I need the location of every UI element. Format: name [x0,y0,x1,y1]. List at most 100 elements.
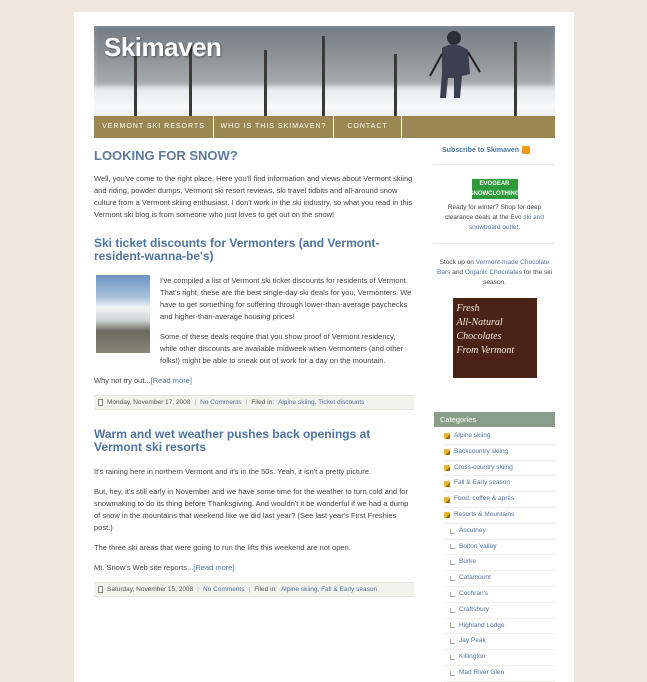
post-teaser: Why not try out...[Read more] [94,375,414,387]
post-paragraph: But, hey, it's still early in November a… [94,486,414,534]
post-teaser: Mt. Snow's Web site reports...[Read more… [94,562,414,574]
sub-category-icon [450,655,455,660]
tree-trunk [394,54,397,116]
skier-illustration [424,28,484,102]
evo-logo[interactable]: EVOGEAR SNOWCLOTHING [472,179,518,199]
meta-separator: | [246,399,248,406]
ad-line: Chocolates [457,330,533,344]
sidebar: Subscribe to Skimaven EVOGEAR SNOWCLOTHI… [434,146,555,682]
page-container: Skimaven Vermont Ski Resorts Who is this… [74,12,574,682]
main-content: LOOKING FOR SNOW? Well, you've come to t… [94,146,414,597]
choc-text-mid: and [450,269,464,276]
category-item: Cross-country skiing [444,461,555,477]
category-link[interactable]: Fall & Early season [454,476,510,491]
sub-category-icon [450,623,455,628]
category-item: Catamount [444,571,555,587]
post-entry: It's raining here in northern Vermont an… [94,466,414,574]
sub-category-icon [450,544,455,549]
category-item: Mad River Glen [444,666,555,682]
rss-icon [522,146,530,154]
post-paragraph: It's raining here in northern Vermont an… [94,466,414,478]
sub-category-icon [450,592,455,597]
post: Warm and wet weather pushes back opening… [94,428,414,597]
read-more-link[interactable]: [Read more] [193,563,234,572]
category-link[interactable]: Killington [459,650,485,665]
post-title[interactable]: Ski ticket discounts for Vermonters (and… [94,237,414,263]
category-link[interactable]: Mad River Glen [459,666,504,681]
ad-line: All-Natural [457,316,533,330]
category-link[interactable]: Jay Peak [459,634,486,649]
divider [434,164,555,165]
document-icon [98,399,103,406]
pencil-icon [444,449,450,455]
meta-separator: | [194,399,196,406]
comments-link[interactable]: No Comments [203,586,245,593]
category-link[interactable]: Craftsbury [459,603,489,618]
read-more-link[interactable]: [Read more] [151,376,192,385]
page-title: LOOKING FOR SNOW? [94,148,414,163]
meta-separator: | [197,586,199,593]
tree-trunk [322,36,325,116]
nav-contact[interactable]: Contact [334,116,402,138]
category-link[interactable]: Alpine skiing [454,429,491,444]
category-link[interactable]: Cross-country skiing [454,461,513,476]
category-link[interactable]: Burke [459,555,476,570]
pencil-icon [444,465,450,471]
post-title[interactable]: Warm and wet weather pushes back opening… [94,428,414,454]
evo-text-end: . [518,224,520,231]
intro-text: Well, you've come to the right place. He… [94,173,414,221]
chocolate-promo: Stock up on Vermont-made Chocolate Bars … [434,258,555,378]
sub-category-icon [450,639,455,644]
tree-trunk [264,50,267,116]
meta-separator: | [249,586,251,593]
organic-chocolates-link[interactable]: Organic Chocolates [465,269,522,276]
category-link[interactable]: Highland Lodge [459,619,505,634]
category-link[interactable]: Cochran's [459,587,488,602]
comments-link[interactable]: No Comments [200,399,242,406]
category-link[interactable]: Catamount [459,571,491,586]
category-link[interactable]: Ascutney [459,524,486,539]
main-nav: Vermont Ski Resorts Who is this Skimaven… [94,116,555,138]
category-item: Alpine skiing [444,429,555,445]
nav-who-is-skimaven[interactable]: Who is this Skimaven? [214,116,334,138]
category-link[interactable]: Food, coffee & après [454,492,514,507]
site-title[interactable]: Skimaven [104,32,221,63]
post-meta: Monday, November 17, 2008 | No Comments … [94,395,414,410]
category-item: Killington [444,650,555,666]
post-date: Saturday, November 15, 2008 [107,586,193,593]
nav-vermont-ski-resorts[interactable]: Vermont Ski Resorts [94,116,214,138]
site-header: Skimaven Vermont Ski Resorts Who is this… [94,26,555,138]
category-link[interactable]: Bolton Valley [459,540,496,555]
category-item: Highland Lodge [444,619,555,635]
teaser-text: Why not try out... [94,376,151,385]
categories-list: Alpine skiingBackcountry skiingCross-cou… [434,429,555,682]
sub-category-icon [450,529,455,534]
post-meta: Saturday, November 15, 2008 | No Comment… [94,582,414,597]
choc-text: Stock up on [440,259,476,266]
divider [434,243,555,244]
pencil-icon [444,433,450,439]
sub-category-icon [450,576,455,581]
pencil-icon [444,497,450,503]
subscribe-label: Subscribe to Skimaven [442,147,519,154]
subscribe-link[interactable]: Subscribe to Skimaven [434,146,555,154]
category-item: Burke [444,555,555,571]
category-link[interactable]: Backcountry skiing [454,445,508,460]
category-links[interactable]: Alpine skiing, Fall & Early season [281,586,377,593]
category-link[interactable]: Resorts & Mountains [454,508,514,523]
filed-label: Filed in: [251,399,274,406]
category-item: Food, coffee & après [444,492,555,508]
tree-trunk [514,42,517,116]
document-icon [98,586,103,593]
sub-category-icon [450,608,455,613]
teaser-text: Mt. Snow's Web site reports... [94,563,193,572]
category-item: Resorts & Mountains [444,508,555,524]
post-paragraph: The three ski areas that were going to r… [94,542,414,554]
evo-ad: EVOGEAR SNOWCLOTHING Ready for winter? S… [434,179,555,233]
post-date: Monday, November 17, 2008 [107,399,190,406]
post: Ski ticket discounts for Vermonters (and… [94,237,414,410]
mountain-photo [96,275,150,353]
category-links[interactable]: Alpine skiing, Ticket discounts [278,399,364,406]
chocolate-ad-banner[interactable]: Fresh All-Natural Chocolates From Vermon… [453,298,537,378]
ad-line: From Vermont [457,344,533,358]
